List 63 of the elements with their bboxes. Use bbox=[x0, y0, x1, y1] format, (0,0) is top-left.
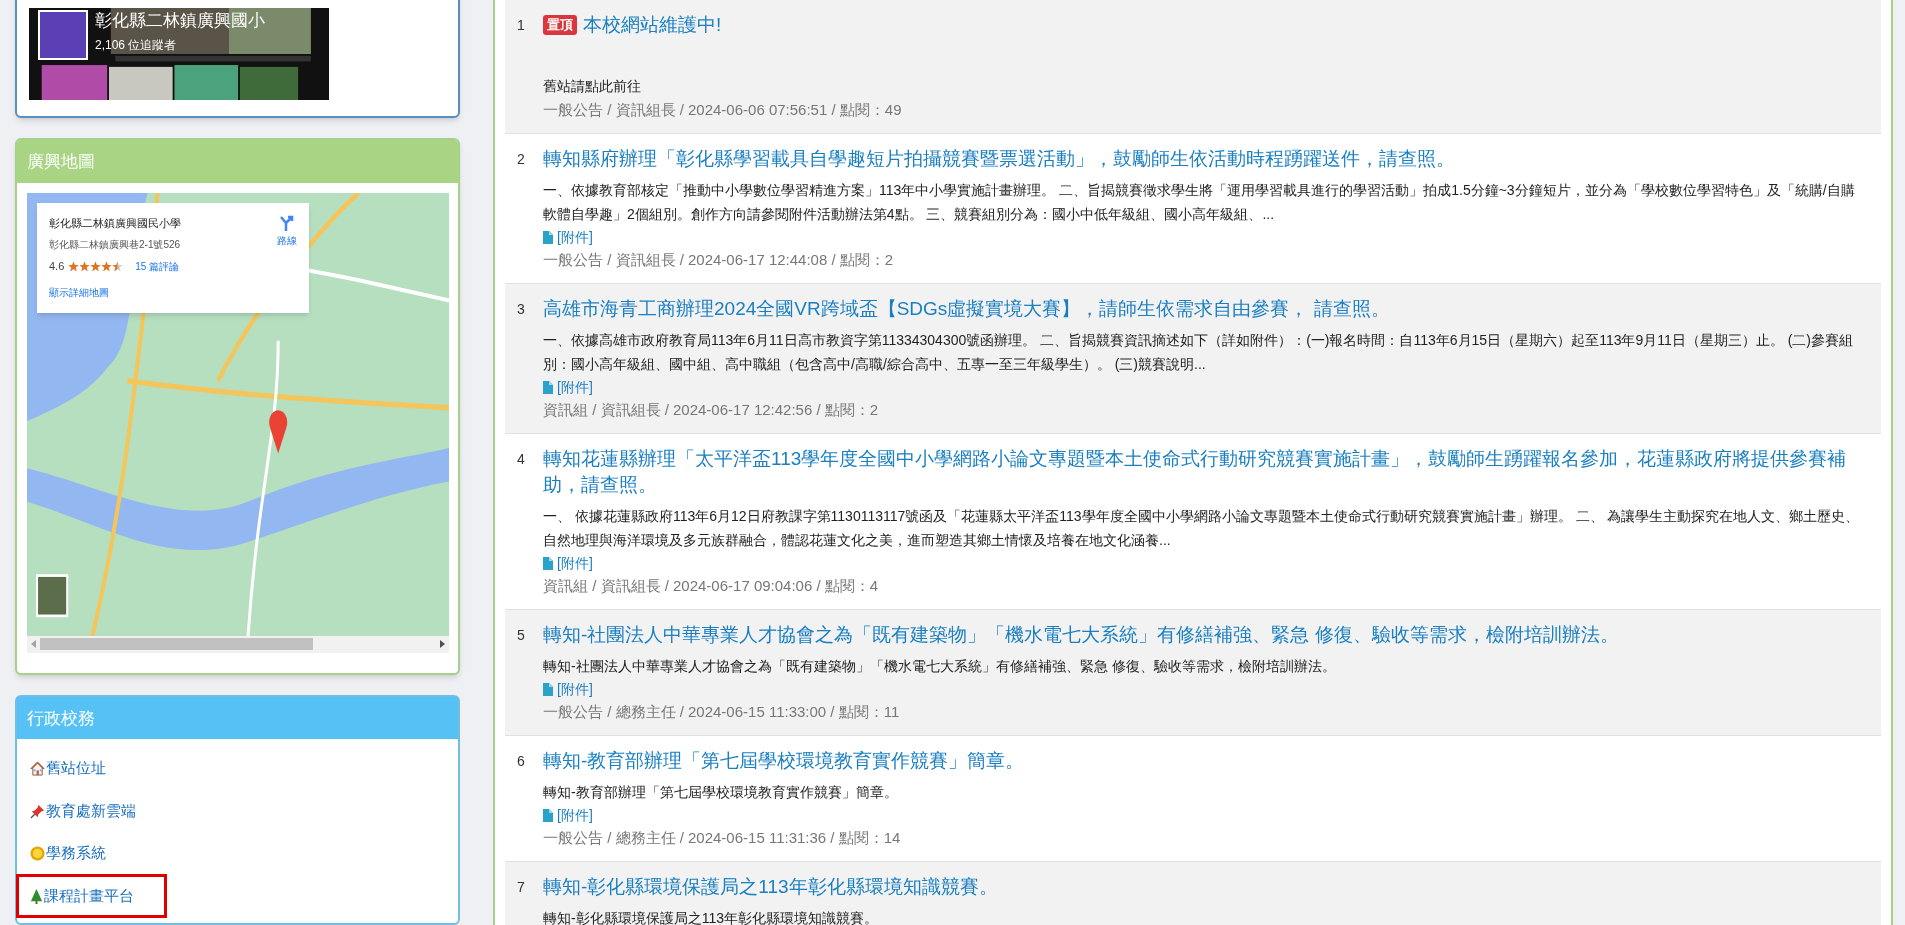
rating-value: 4.6 bbox=[49, 259, 65, 275]
link-item[interactable]: 學務系統 bbox=[30, 842, 106, 865]
star-icon bbox=[112, 261, 124, 273]
follower-count: 2,106 位追蹤者 bbox=[95, 37, 177, 54]
pinned-badge: 置頂 bbox=[543, 15, 577, 35]
news-summary: 轉知-社團法人中華專業人才協會之為「既有建築物」「機水電七大系統」有修繕補強、緊急 修復、驗收等需求，檢附培訓辦法。 bbox=[543, 657, 1337, 676]
attachment-link[interactable]: [附件] bbox=[543, 376, 593, 398]
card-title: 行政校務 bbox=[27, 707, 95, 730]
directions-button[interactable]: 路線 bbox=[277, 214, 297, 251]
attachment-link[interactable]: [附件] bbox=[543, 552, 593, 574]
row-number: 2 bbox=[516, 150, 526, 169]
file-icon bbox=[543, 808, 553, 822]
file-icon bbox=[543, 682, 553, 696]
row-number: 4 bbox=[516, 450, 526, 469]
row-number: 1 bbox=[516, 16, 526, 35]
news-title[interactable]: 轉知縣府辦理「彰化縣學習載具自學趣短片拍攝競賽暨票選活動」，鼓勵師生依活動時程踴躍送件，請查照。 bbox=[543, 146, 1455, 172]
star-icon bbox=[101, 261, 113, 273]
news-summary: 一、依據高雄市政府教育局113年6月11日高市教資字第11334304300號函辦理。 二、旨揭競賽資訊摘述如下（詳如附件）：(一)報名時間：自113年6月15日（星期六）起至113年9月11日（星期三）止。 (二)參賽組別：國小高年級組、國中組、高中職組（包含高中/高職/綜合高中、五專一至三年級學生）。 (三)競賽說明... bbox=[543, 331, 1854, 374]
row-number: 5 bbox=[516, 626, 526, 645]
row-number: 3 bbox=[516, 300, 526, 319]
link-item[interactable]: 教育處新雲端 bbox=[30, 799, 136, 823]
card-title: 廣興地圖 bbox=[27, 150, 95, 173]
link-item[interactable]: 舊站位址 bbox=[30, 757, 106, 780]
directions-icon bbox=[278, 214, 296, 231]
news-title[interactable]: 高雄市海青工商辦理2024全國VR跨域盃【SDGs虛擬實境大賽】，請師生依需求自由參賽， 請查照。 bbox=[543, 296, 1390, 322]
link-item[interactable]: 課程計畫平台 bbox=[19, 876, 164, 916]
news-title[interactable]: 轉知-社團法人中華專業人才協會之為「既有建築物」「機水電七大系統」有修繕補強、緊急 修復、驗收等需求，檢附培訓辦法。 bbox=[543, 622, 1619, 648]
page-logo bbox=[38, 10, 88, 60]
news-meta: 一般公告 / 資訊組長 / 2024-06-17 12:44:08 / 點閱：2 bbox=[543, 250, 895, 270]
news-meta: 一般公告 / 總務主任 / 2024-06-15 11:33:00 / 點閱：11 bbox=[543, 702, 901, 722]
row-number: 7 bbox=[516, 878, 526, 897]
page-name[interactable]: 彰化縣二林鎮廣興國小 bbox=[95, 8, 265, 34]
news-title[interactable]: 本校網站維護中! bbox=[583, 12, 722, 38]
news-summary: 舊站請點此前往 bbox=[543, 77, 642, 96]
news-meta: 資訊組 / 資訊組長 / 2024-06-17 09:04:06 / 點閱：4 bbox=[543, 576, 880, 596]
file-icon bbox=[543, 380, 553, 394]
attachment-link[interactable]: [附件] bbox=[543, 678, 593, 700]
star-icon bbox=[68, 261, 80, 273]
attachment-link[interactable]: [附件] bbox=[543, 226, 593, 248]
news-title[interactable]: 轉知-教育部辦理「第七屆學校環境教育實作競賽」簡章。 bbox=[543, 748, 1025, 774]
news-meta: 資訊組 / 資訊組長 / 2024-06-17 12:42:56 / 點閱：2 bbox=[543, 400, 880, 420]
star-icon bbox=[79, 261, 91, 273]
news-summary: 轉知-教育部辦理「第七屆學校環境教育實作競賽」簡章。 bbox=[543, 783, 899, 802]
news-meta: 一般公告 / 資訊組長 / 2024-06-06 07:56:51 / 點閱：49 bbox=[543, 100, 903, 120]
news-meta: 一般公告 / 總務主任 / 2024-06-15 11:31:36 / 點閱：14 bbox=[543, 828, 902, 848]
tree-icon bbox=[30, 888, 43, 904]
news-summary: 一、依據教育部核定「推動中小學數位學習精進方案」113年中小學實施計畫辦理。 二、旨揭競賽徵求學生將「運用學習載具進行的學習活動」拍成1.5分鐘~3分鐘短片，並分為「學校數位學習特色」及「統購/自購軟體自學趣」2個組別。創作方向請參閱附件活動辦法第4點。 三、競賽組別分為：國小中低年級組、國小高年級組、... bbox=[543, 181, 1856, 224]
attachment-link[interactable]: [附件] bbox=[543, 804, 593, 826]
larger-map-link[interactable]: 顯示詳細地圖 bbox=[49, 284, 277, 300]
news-summary: 一、 依據花蓮縣政府113年6月12日府教課字第1130113117號函及「花蓮縣太平洋盃113學年度全國中小學網路小論文專題暨本土使命式行動研究競賽實施計畫」辦理。 二、 為讓學生主動探究在地人文、鄉土歷史、自然地理與海洋環境及多元族群融合，體認花蓮文化之美，進而塑造其鄉土情懷及培養在地文化涵養... bbox=[543, 507, 1861, 550]
news-title[interactable]: 轉知-彰化縣環境保護局之113年彰化縣環境知識競賽。 bbox=[543, 874, 998, 900]
house-icon bbox=[30, 761, 45, 776]
file-icon bbox=[543, 556, 553, 570]
news-title[interactable]: 轉知花蓮縣辦理「太平洋盃113學年度全國中小學網路小論文專題暨本土使命式行動研究競賽實施計畫」，鼓勵師生踴躍報名參加，花蓮縣政府將提供參賽補助，請查照。 bbox=[543, 446, 1861, 498]
row-number: 6 bbox=[516, 752, 526, 771]
place-address: 彰化縣二林鎮廣興巷2-1號526 bbox=[49, 238, 182, 253]
place-name: 彰化縣二林鎮廣興國民小學 bbox=[49, 215, 182, 231]
reviews-link[interactable]: 15 篇評論 bbox=[135, 259, 180, 275]
sun-icon bbox=[30, 846, 45, 861]
news-summary: 轉知-彰化縣環境保護局之113年彰化縣環境知識競賽。 bbox=[543, 909, 879, 925]
pushpin-icon bbox=[30, 803, 45, 819]
file-icon bbox=[543, 230, 553, 244]
star-icon bbox=[90, 261, 102, 273]
